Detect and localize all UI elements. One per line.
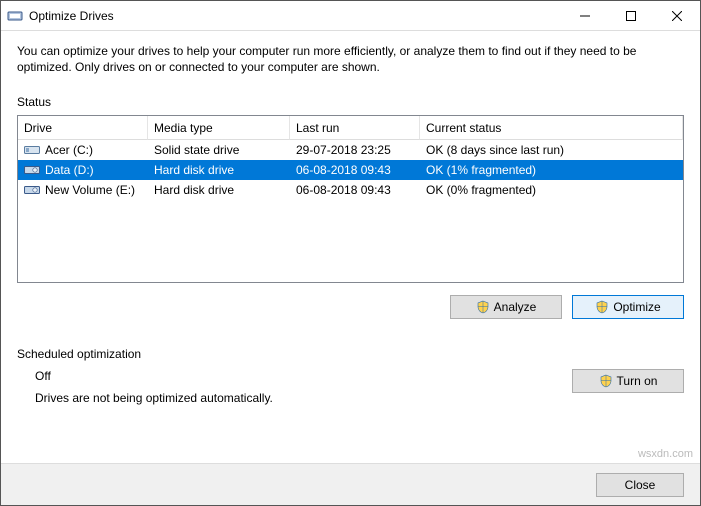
optimize-button[interactable]: Optimize (572, 295, 684, 319)
minimize-button[interactable] (562, 1, 608, 31)
bottom-bar: Close (1, 463, 700, 505)
current-status: OK (0% fragmented) (420, 183, 683, 197)
media-type: Hard disk drive (148, 183, 290, 197)
list-header: Drive Media type Last run Current status (18, 116, 683, 140)
scheduled-optimization-label: Scheduled optimization (17, 347, 684, 361)
media-type: Solid state drive (148, 143, 290, 157)
media-type: Hard disk drive (148, 163, 290, 177)
schedule-description: Drives are not being optimized automatic… (35, 391, 552, 405)
shield-icon (599, 374, 613, 388)
last-run: 06-08-2018 09:43 (290, 163, 420, 177)
window-title: Optimize Drives (29, 9, 114, 23)
current-status: OK (1% fragmented) (420, 163, 683, 177)
drive-icon (24, 144, 40, 156)
column-header-drive[interactable]: Drive (18, 116, 148, 140)
column-header-media[interactable]: Media type (148, 116, 290, 140)
drive-icon (24, 184, 40, 196)
drives-list: Drive Media type Last run Current status… (17, 115, 684, 283)
turn-on-label: Turn on (617, 374, 658, 388)
current-status: OK (8 days since last run) (420, 143, 683, 157)
schedule-state: Off (35, 369, 552, 383)
column-header-last-run[interactable]: Last run (290, 116, 420, 140)
titlebar: Optimize Drives (1, 1, 700, 31)
close-dialog-button[interactable]: Close (596, 473, 684, 497)
table-row[interactable]: Data (D:) Hard disk drive06-08-2018 09:43… (18, 160, 683, 180)
last-run: 29-07-2018 23:25 (290, 143, 420, 157)
drive-name: New Volume (E:) (45, 183, 135, 197)
intro-text: You can optimize your drives to help you… (17, 43, 684, 75)
close-button[interactable] (654, 1, 700, 31)
analyze-button[interactable]: Analyze (450, 295, 562, 319)
drive-name: Data (D:) (45, 163, 94, 177)
shield-icon (476, 300, 490, 314)
table-row[interactable]: New Volume (E:) Hard disk drive06-08-2018… (18, 180, 683, 200)
close-label: Close (625, 478, 656, 492)
turn-on-button[interactable]: Turn on (572, 369, 684, 393)
optimize-label: Optimize (613, 300, 660, 314)
analyze-label: Analyze (494, 300, 537, 314)
shield-icon (595, 300, 609, 314)
drive-icon (24, 164, 40, 176)
status-label: Status (17, 95, 684, 109)
last-run: 06-08-2018 09:43 (290, 183, 420, 197)
watermark: wsxdn.com (638, 448, 693, 460)
column-header-status[interactable]: Current status (420, 116, 683, 140)
drive-name: Acer (C:) (45, 143, 93, 157)
app-icon (7, 8, 23, 24)
maximize-button[interactable] (608, 1, 654, 31)
table-row[interactable]: Acer (C:) Solid state drive29-07-2018 23:… (18, 140, 683, 160)
